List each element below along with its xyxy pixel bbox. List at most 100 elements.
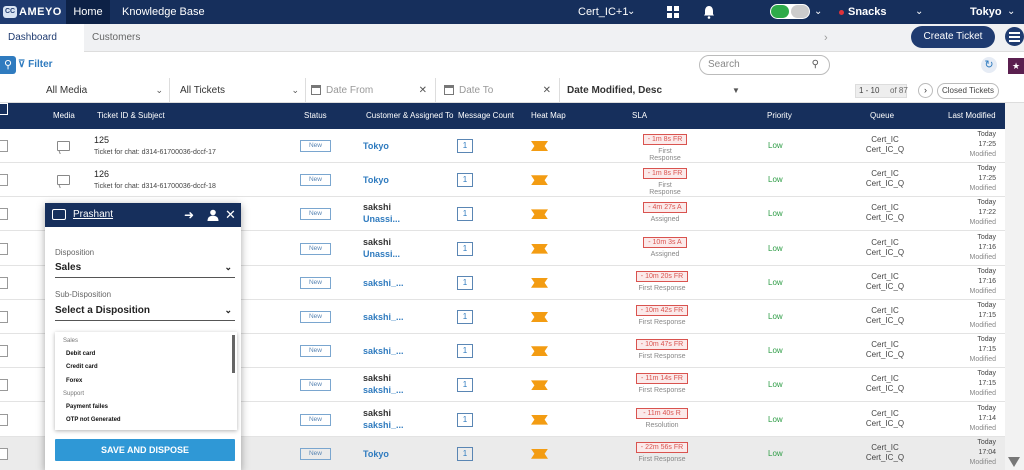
customer-name[interactable]: Tokyo (363, 175, 389, 185)
column-header[interactable]: Last Modified (948, 103, 996, 129)
ameyo-logo[interactable]: CC AMEYO (0, 0, 66, 24)
column-header[interactable]: Heat Map (531, 103, 566, 129)
filter-row: ⚲ ⊽ Filter Search ⚲ ↻ (0, 52, 1024, 78)
dropdown-option[interactable]: Debit card (66, 351, 95, 357)
media-select[interactable]: All Media ⌄ (0, 78, 170, 103)
tickets-select-value: All Tickets (180, 85, 226, 96)
chevron-down-icon: ⌄ (155, 85, 163, 95)
queue: Cert_IC Cert_IC_Q (855, 203, 915, 223)
menu-icon[interactable] (1005, 27, 1024, 46)
row-checkbox[interactable] (0, 379, 8, 392)
column-header[interactable]: Priority (767, 103, 792, 129)
date-to-input[interactable]: Date To ✕ (436, 78, 560, 103)
select-all-checkbox[interactable] (0, 103, 8, 115)
last-modified-day: Today (977, 336, 996, 344)
dropdown-scrollbar[interactable] (232, 335, 235, 373)
refresh-icon[interactable]: ↻ (981, 57, 997, 73)
tab-customers[interactable]: Customers (84, 24, 170, 52)
nav-knowledge-base[interactable]: Knowledge Base (122, 0, 205, 24)
message-count: 1 (457, 446, 473, 461)
date-from-input[interactable]: Date From ✕ (306, 78, 436, 103)
chevron-down-icon[interactable]: ⌄ (915, 0, 923, 24)
page-scrollbar[interactable] (1005, 103, 1024, 470)
row-checkbox[interactable] (0, 413, 8, 426)
transfer-icon[interactable]: ➜ (184, 203, 194, 227)
next-page-icon[interactable]: › (918, 83, 933, 98)
customer-name[interactable]: Tokyo (363, 141, 389, 151)
chevron-down-icon[interactable]: ⌄ (814, 0, 822, 24)
column-header[interactable]: Ticket ID & Subject (97, 103, 165, 129)
ticket-id[interactable]: 126 (94, 169, 109, 179)
dropdown-option[interactable]: Payment failes (66, 404, 108, 410)
customer-name[interactable]: sakshi_... (363, 346, 404, 356)
dropdown-option[interactable]: OTP not Generated (66, 417, 121, 423)
apps-grid-icon[interactable] (667, 6, 679, 18)
customer-name[interactable]: sakshi_... (363, 278, 404, 288)
customer-name[interactable]: Tokyo (363, 449, 389, 459)
assigned-to[interactable]: Unassi... (363, 249, 400, 259)
subdisposition-select[interactable]: Select a Disposition ⌄ (55, 305, 235, 321)
pin-icon[interactable]: ⚲ (0, 56, 16, 74)
customer-name[interactable]: sakshi_... (363, 312, 404, 322)
bell-icon[interactable] (703, 5, 715, 19)
closed-tickets-button[interactable]: Closed Tickets (937, 83, 999, 99)
chevron-right-icon[interactable]: › (824, 24, 828, 52)
ticket-id[interactable]: 125 (94, 135, 109, 145)
dropdown-option[interactable]: Forex (66, 378, 82, 384)
column-header[interactable]: Media (53, 103, 75, 129)
row-checkbox[interactable] (0, 345, 8, 358)
dropdown-option[interactable]: Credit card (66, 364, 98, 370)
row-checkbox[interactable] (0, 447, 8, 460)
nav-home[interactable]: Home (66, 0, 110, 24)
chevron-down-icon[interactable]: ⌄ (1007, 0, 1015, 24)
save-and-dispose-button[interactable]: SAVE AND DISPOSE (55, 439, 235, 461)
customer-name[interactable]: sakshi (363, 237, 391, 247)
caret-down-icon[interactable]: ▼ (732, 78, 740, 103)
message-count: 1 (457, 412, 473, 427)
search-input[interactable]: Search ⚲ (699, 55, 830, 75)
close-icon[interactable]: ✕ (225, 203, 236, 227)
table-row[interactable]: 125 Ticket for chat: d314-61700036-dccf-1… (0, 129, 1005, 163)
status-badge: New (300, 174, 331, 187)
row-checkbox[interactable] (0, 242, 8, 255)
customer-name-link[interactable]: Prashant (73, 203, 113, 227)
agent-status[interactable]: Snacks (848, 0, 887, 24)
column-header[interactable]: Message Count (458, 103, 514, 129)
channel-toggle[interactable] (770, 4, 810, 19)
assigned-to[interactable]: sakshi_... (363, 385, 404, 395)
tickets-select[interactable]: All Tickets ⌄ (170, 78, 306, 103)
filter-button[interactable]: ⊽ Filter (18, 52, 53, 78)
select-row: All Media ⌄ All Tickets ⌄ Date From ✕ Da… (0, 78, 1024, 103)
sort-select[interactable]: Date Modified, Desc (567, 78, 662, 103)
tab-dashboard[interactable]: Dashboard (0, 24, 84, 52)
queue: Cert_IC Cert_IC_Q (855, 340, 915, 360)
last-modified-label: Modified (969, 390, 996, 398)
search-icon[interactable]: ⚲ (812, 56, 819, 74)
row-checkbox[interactable] (0, 311, 8, 323)
user-icon[interactable] (207, 209, 219, 221)
column-header[interactable]: SLA (632, 103, 647, 129)
column-header[interactable]: Queue (870, 103, 894, 129)
clear-icon[interactable]: ✕ (543, 78, 551, 103)
customer-name[interactable]: sakshi (363, 408, 391, 418)
create-ticket-button[interactable]: Create Ticket (911, 26, 995, 48)
chevron-down-icon[interactable]: ⌄ (627, 0, 635, 24)
customer-name[interactable]: sakshi (363, 373, 391, 383)
row-checkbox[interactable] (0, 174, 8, 187)
disposition-select[interactable]: Sales ⌄ (55, 262, 235, 278)
user-menu[interactable]: Tokyo (970, 0, 1002, 24)
message-count: 1 (457, 241, 473, 256)
row-checkbox[interactable] (0, 276, 8, 289)
column-header[interactable]: Status (304, 103, 327, 129)
column-header[interactable]: Customer & Assigned To (366, 103, 453, 129)
table-row[interactable]: 126 Ticket for chat: d314-61700036-dccf-1… (0, 163, 1005, 198)
last-modified: Today 17:16 Modified (950, 233, 996, 263)
row-checkbox[interactable] (0, 208, 8, 221)
campaign-selector[interactable]: Cert_IC+1 (578, 0, 628, 24)
favorite-star-icon[interactable]: ★ (1008, 58, 1024, 74)
assigned-to[interactable]: Unassi... (363, 214, 400, 224)
assigned-to[interactable]: sakshi_... (363, 420, 404, 430)
customer-name[interactable]: sakshi (363, 202, 391, 212)
clear-icon[interactable]: ✕ (419, 78, 427, 103)
row-checkbox[interactable] (0, 140, 8, 152)
